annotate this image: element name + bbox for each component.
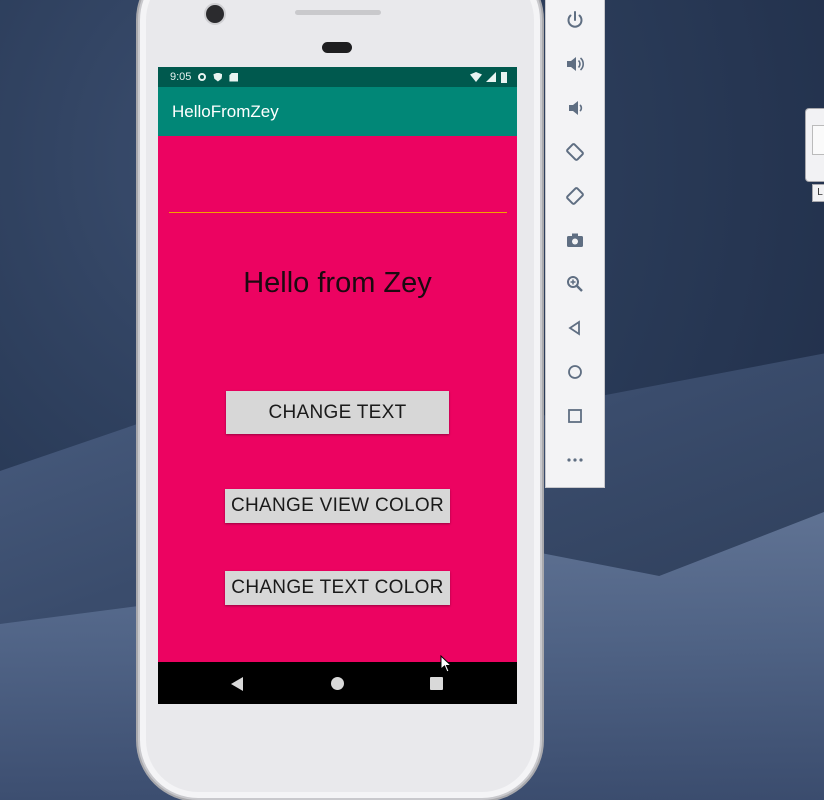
app-bar: HelloFromZey: [158, 87, 517, 136]
signal-icon: [486, 72, 496, 82]
rotate-right-icon[interactable]: [558, 179, 592, 213]
sd-card-icon: [229, 72, 239, 82]
change-text-color-button[interactable]: CHANGE TEXT COLOR: [225, 571, 450, 605]
nav-back-icon[interactable]: [231, 677, 243, 691]
side-panel-handle[interactable]: [805, 108, 824, 182]
change-view-color-button[interactable]: CHANGE VIEW COLOR: [225, 489, 450, 523]
home-icon[interactable]: [558, 355, 592, 389]
device-screen: 9:05 HelloFromZey Hello from Zey CHANGE …: [158, 67, 517, 704]
volume-up-icon[interactable]: [558, 47, 592, 81]
divider-line: [169, 212, 507, 213]
camera-icon[interactable]: [558, 223, 592, 257]
volume-down-icon[interactable]: [558, 91, 592, 125]
nav-home-icon[interactable]: [331, 677, 344, 690]
back-icon[interactable]: [558, 311, 592, 345]
change-text-button[interactable]: CHANGE TEXT: [226, 391, 449, 434]
more-icon[interactable]: [558, 443, 592, 477]
settings-icon: [198, 73, 207, 81]
hello-text: Hello from Zey: [243, 267, 432, 299]
wifi-icon: [470, 72, 482, 82]
app-title: HelloFromZey: [172, 101, 279, 121]
speaker-grille: [295, 10, 381, 15]
overview-icon[interactable]: [558, 399, 592, 433]
mouse-cursor-icon: [440, 654, 453, 678]
shield-icon: [213, 72, 223, 82]
battery-icon: [501, 71, 507, 83]
navigation-bar: [158, 662, 517, 704]
zoom-icon[interactable]: [558, 267, 592, 301]
rotate-left-icon[interactable]: [558, 135, 592, 169]
power-icon[interactable]: [558, 3, 592, 37]
front-camera: [204, 3, 226, 25]
status-time: 9:05: [170, 71, 192, 83]
earpiece: [322, 42, 352, 53]
emulator-toolbar: [545, 0, 605, 488]
side-panel-label: L: [812, 184, 824, 202]
nav-overview-icon[interactable]: [430, 677, 443, 690]
status-bar: 9:05: [158, 67, 517, 87]
